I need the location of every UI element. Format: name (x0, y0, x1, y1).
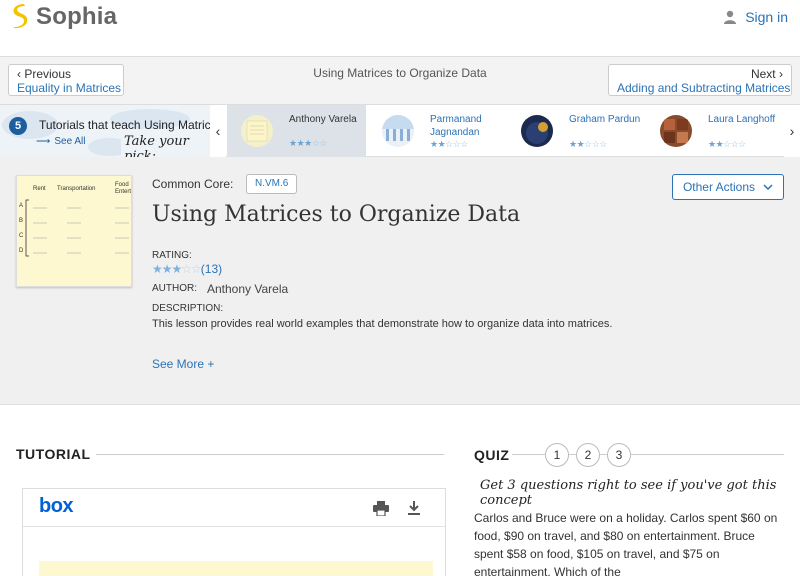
lesson-thumbnail: Rent Transportation Food Entertainment A… (16, 175, 132, 287)
description-label: DESCRIPTION: (152, 303, 224, 314)
matrix-sketch-icon (25, 199, 129, 257)
tutorial-author: Parmanand Jagnandan (430, 114, 482, 138)
star-rating: ★★☆☆☆ (569, 139, 607, 149)
lesson-title: Using Matrices to Organize Data (152, 202, 521, 227)
quiz-hint: Get 3 questions right to see if you've g… (480, 478, 777, 508)
tutorial-card[interactable]: Laura Langhoff ★★☆☆☆ (646, 105, 785, 157)
brand-name[interactable]: Sophia (36, 3, 117, 31)
rating-label: RATING: (152, 250, 192, 261)
tutorial-thumbnail (241, 115, 273, 147)
quiz-question-2-button[interactable]: 2 (576, 443, 600, 467)
next-button[interactable]: Next › Adding and Subtracting Matrices (608, 64, 792, 96)
see-more-link[interactable]: See More + (152, 357, 214, 371)
tutorial-author: Anthony Varela (289, 114, 357, 125)
tutorial-heading: TUTORIAL (16, 446, 91, 462)
next-label: Next (750, 67, 776, 81)
download-icon[interactable] (407, 501, 421, 516)
author-label: AUTHOR: (152, 283, 197, 294)
lesson-header: Rent Transportation Food Entertainment A… (0, 157, 800, 405)
divider (96, 454, 444, 455)
other-actions-label: Other Actions (682, 180, 756, 194)
sign-in-link[interactable]: Sign in (723, 9, 788, 25)
tutorial-thumbnail (521, 115, 553, 147)
quiz-question-1-button[interactable]: 1 (545, 443, 569, 467)
star-rating: ★★☆☆☆ (708, 139, 746, 149)
document-viewer[interactable]: box (22, 488, 446, 576)
document-page (39, 561, 433, 576)
chevron-right-icon: › (789, 123, 795, 139)
previous-button[interactable]: ‹ Previous Equality in Matrices (8, 64, 124, 96)
sign-in-label: Sign in (745, 9, 788, 25)
previous-lesson-link: Equality in Matrices (17, 81, 122, 95)
carousel-prev-button[interactable]: ‹ (210, 105, 226, 157)
carousel-next-button[interactable]: › (784, 105, 800, 157)
tutorials-heading: Tutorials that teach Using Matrices to O… (39, 118, 210, 132)
tutorial-author: Graham Pardun (569, 114, 641, 125)
next-lesson-link: Adding and Subtracting Matrices (617, 81, 791, 95)
star-rating-icon: ★★★☆☆ (152, 262, 202, 276)
rating-value[interactable]: ★★★☆☆(13) (152, 262, 222, 276)
quiz-question-text: Carlos and Bruce were on a holiday. Carl… (474, 511, 778, 576)
quiz-heading: QUIZ (474, 447, 510, 463)
chevron-right-icon: › (775, 67, 783, 81)
see-all-link[interactable]: ⟶ See All (36, 136, 85, 147)
tutorial-author: Laura Langhoff (708, 114, 776, 125)
lesson-nav-bar: Using Matrices to Organize Data ‹ Previo… (0, 57, 800, 105)
tutorial-thumbnail (382, 115, 414, 147)
tutorials-strip: 5 Tutorials that teach Using Matrices to… (0, 105, 800, 157)
tutorial-card[interactable]: Parmanand Jagnandan ★★☆☆☆ (368, 105, 507, 157)
top-header: Sophia Sign in (0, 0, 800, 57)
rating-count: (13) (200, 262, 223, 276)
chevron-left-icon: ‹ (215, 123, 221, 139)
description-text: This lesson provides real world examples… (152, 318, 613, 330)
standard-badge[interactable]: N.VM.6 (246, 174, 298, 194)
star-rating: ★★☆☆☆ (430, 139, 468, 149)
take-your-pick-label: Take your pick: (121, 134, 210, 157)
user-icon (724, 10, 737, 24)
previous-label: Previous (24, 67, 72, 81)
tutorial-count-badge: 5 (9, 117, 27, 135)
box-logo: box (39, 495, 74, 517)
tutorials-summary: 5 Tutorials that teach Using Matrices to… (0, 105, 210, 157)
quiz-question-3-button[interactable]: 3 (607, 443, 631, 467)
divider (23, 526, 445, 527)
author-name: Anthony Varela (207, 282, 289, 296)
common-core-label: Common Core: (152, 177, 234, 191)
tutorial-card[interactable]: Anthony Varela ★★★☆☆ (227, 105, 366, 157)
sophia-logo-icon[interactable] (9, 3, 31, 29)
star-rating: ★★★☆☆ (289, 138, 327, 148)
see-all-label: See All (54, 136, 86, 147)
tutorial-card[interactable]: Graham Pardun ★★☆☆☆ (507, 105, 646, 157)
tutorial-thumbnail (660, 115, 692, 147)
arrow-right-icon: ⟶ (36, 136, 51, 147)
other-actions-button[interactable]: Other Actions (672, 174, 784, 200)
print-icon[interactable] (373, 501, 389, 516)
chevron-down-icon (763, 184, 773, 190)
